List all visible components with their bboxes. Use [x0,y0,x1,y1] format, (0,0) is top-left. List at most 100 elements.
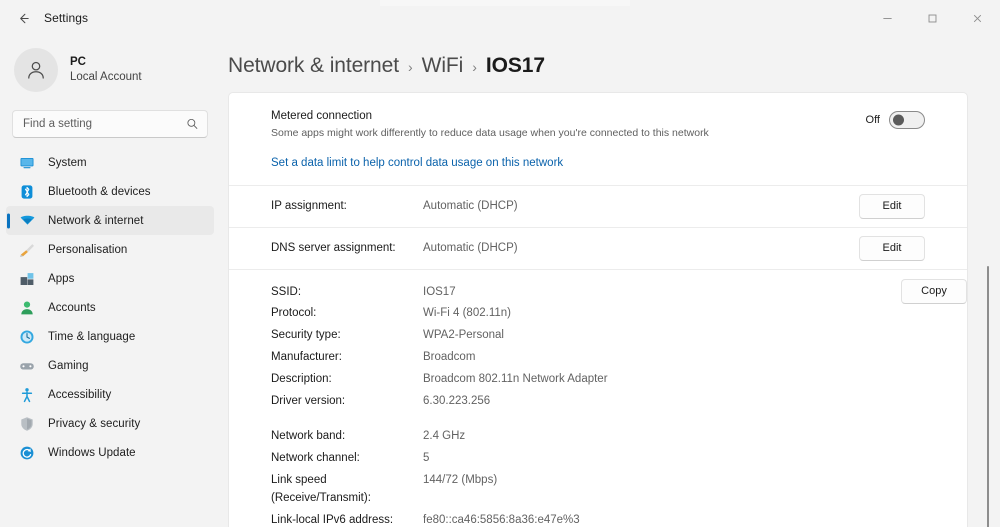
ip-assignment-edit-button[interactable]: Edit [859,194,925,219]
property-row: SSID: IOS17 [271,282,925,304]
ip-assignment-value: Automatic (DHCP) [423,200,859,212]
close-button[interactable] [955,0,1000,36]
person-icon [24,58,48,82]
dns-assignment-label: DNS server assignment: [271,242,423,254]
scrollbar-thumb[interactable] [987,266,989,527]
property-label: Link speed (Receive/Transmit): [271,472,423,508]
property-label: Protocol: [271,305,423,323]
metered-text: Metered connection Some apps might work … [271,109,866,141]
property-row: Network channel: 5 [271,448,925,470]
breadcrumb-root[interactable]: Network & internet [228,54,399,78]
network-details-card: Metered connection Some apps might work … [228,92,968,527]
sidebar-item-network-internet[interactable]: Network & internet [6,206,214,235]
apps-icon [18,270,36,288]
vertical-scrollbar[interactable] [983,114,993,527]
ip-assignment-label: IP assignment: [271,200,423,212]
sidebar-item-bluetooth-devices[interactable]: Bluetooth & devices [6,177,214,206]
sidebar-item-label: Accessibility [48,389,111,401]
property-label: Manufacturer: [271,349,423,367]
property-label: Network channel: [271,450,423,468]
sidebar-item-personalisation[interactable]: Personalisation [6,235,214,264]
sidebar-item-gaming[interactable]: Gaming [6,351,214,380]
sidebar-item-privacy-security[interactable]: Privacy & security [6,409,214,438]
update-icon [18,444,36,462]
set-data-limit-link[interactable]: Set a data limit to help control data us… [271,143,563,185]
account-block[interactable]: PC Local Account [0,40,220,104]
sidebar-item-label: Time & language [48,331,135,343]
breadcrumb-wifi[interactable]: WiFi [422,54,464,78]
property-row: Protocol: Wi-Fi 4 (802.11n) [271,303,925,325]
property-value: 144/72 (Mbps) [423,472,925,490]
sidebar-item-label: Network & internet [48,215,144,227]
metered-toggle-group: Off [866,111,925,129]
accessibility-icon [18,386,36,404]
ip-assignment-row: IP assignment: Automatic (DHCP) Edit [271,186,925,227]
sidebar-item-label: Apps [48,273,74,285]
search-box[interactable] [12,110,208,138]
breadcrumb-current: IOS17 [486,54,545,78]
close-icon [972,13,983,24]
metered-title: Metered connection [271,109,866,124]
account-name: PC [70,55,142,70]
sidebar-item-label: Personalisation [48,244,127,256]
maximize-icon [927,13,938,24]
sidebar-item-label: System [48,157,87,169]
dns-assignment-section: DNS server assignment: Automatic (DHCP) … [229,228,967,269]
account-icon [18,299,36,317]
maximize-button[interactable] [910,0,955,36]
window-drag-region[interactable] [380,0,630,6]
sidebar-item-time-language[interactable]: Time & language [6,322,214,351]
search-wrapper [0,104,220,148]
minimize-button[interactable] [865,0,910,36]
dns-assignment-edit-button[interactable]: Edit [859,236,925,261]
dns-assignment-row: DNS server assignment: Automatic (DHCP) … [271,228,925,269]
property-row: Security type: WPA2-Personal [271,325,925,347]
property-label: Network band: [271,428,423,446]
sidebar-item-windows-update[interactable]: Windows Update [6,438,214,467]
back-arrow-icon [16,11,31,26]
shield-icon [18,415,36,433]
minimize-icon [882,13,893,24]
property-row: Link-local IPv6 address: fe80::ca46:5856… [271,510,925,527]
property-value: IOS17 [423,284,925,302]
monitor-icon [18,154,36,172]
metered-connection-section: Metered connection Some apps might work … [229,93,967,185]
search-input[interactable] [13,118,207,130]
sidebar-item-system[interactable]: System [6,148,214,177]
property-row: Driver version: 6.30.223.256 [271,391,925,413]
property-row: Description: Broadcom 802.11n Network Ad… [271,369,925,391]
sidebar-item-accessibility[interactable]: Accessibility [6,380,214,409]
copy-properties-button[interactable]: Copy [901,279,967,304]
sidebar: PC Local Account [0,36,220,527]
property-value: fe80::ca46:5856:8a36:e47e%3 [423,512,925,527]
adapter-properties-section: Copy SSID: IOS17 Protocol: Wi-Fi 4 (802.… [229,270,967,527]
window-controls [865,0,1000,36]
window-title: Settings [44,11,88,25]
property-value: WPA2-Personal [423,327,925,345]
property-value: 2.4 GHz [423,428,925,446]
property-value: Broadcom 802.11n Network Adapter [423,371,925,389]
property-value: 6.30.223.256 [423,393,925,411]
property-value: 5 [423,450,925,468]
avatar [14,48,58,92]
property-value: Wi-Fi 4 (802.11n) [423,305,925,323]
sidebar-item-label: Gaming [48,360,89,372]
sidebar-item-apps[interactable]: Apps [6,264,214,293]
back-button[interactable] [6,4,40,32]
breadcrumb: Network & internet › WiFi › IOS17 [228,36,1000,92]
property-label: Security type: [271,327,423,345]
sidebar-item-label: Accounts [48,302,96,314]
sidebar-item-label: Bluetooth & devices [48,186,151,198]
wifi-icon [18,212,36,230]
metered-connection-toggle[interactable] [889,111,925,129]
clock-icon [18,328,36,346]
property-label: Description: [271,371,423,389]
breadcrumb-separator-icon: › [408,59,413,75]
bluetooth-icon [18,183,36,201]
main-content: Network & internet › WiFi › IOS17 Metere… [220,36,1000,527]
property-row: Manufacturer: Broadcom [271,347,925,369]
account-subtitle: Local Account [70,70,142,85]
sidebar-item-accounts[interactable]: Accounts [6,293,214,322]
metered-description: Some apps might work differently to redu… [271,127,866,141]
metered-toggle-state-label: Off [866,114,880,126]
